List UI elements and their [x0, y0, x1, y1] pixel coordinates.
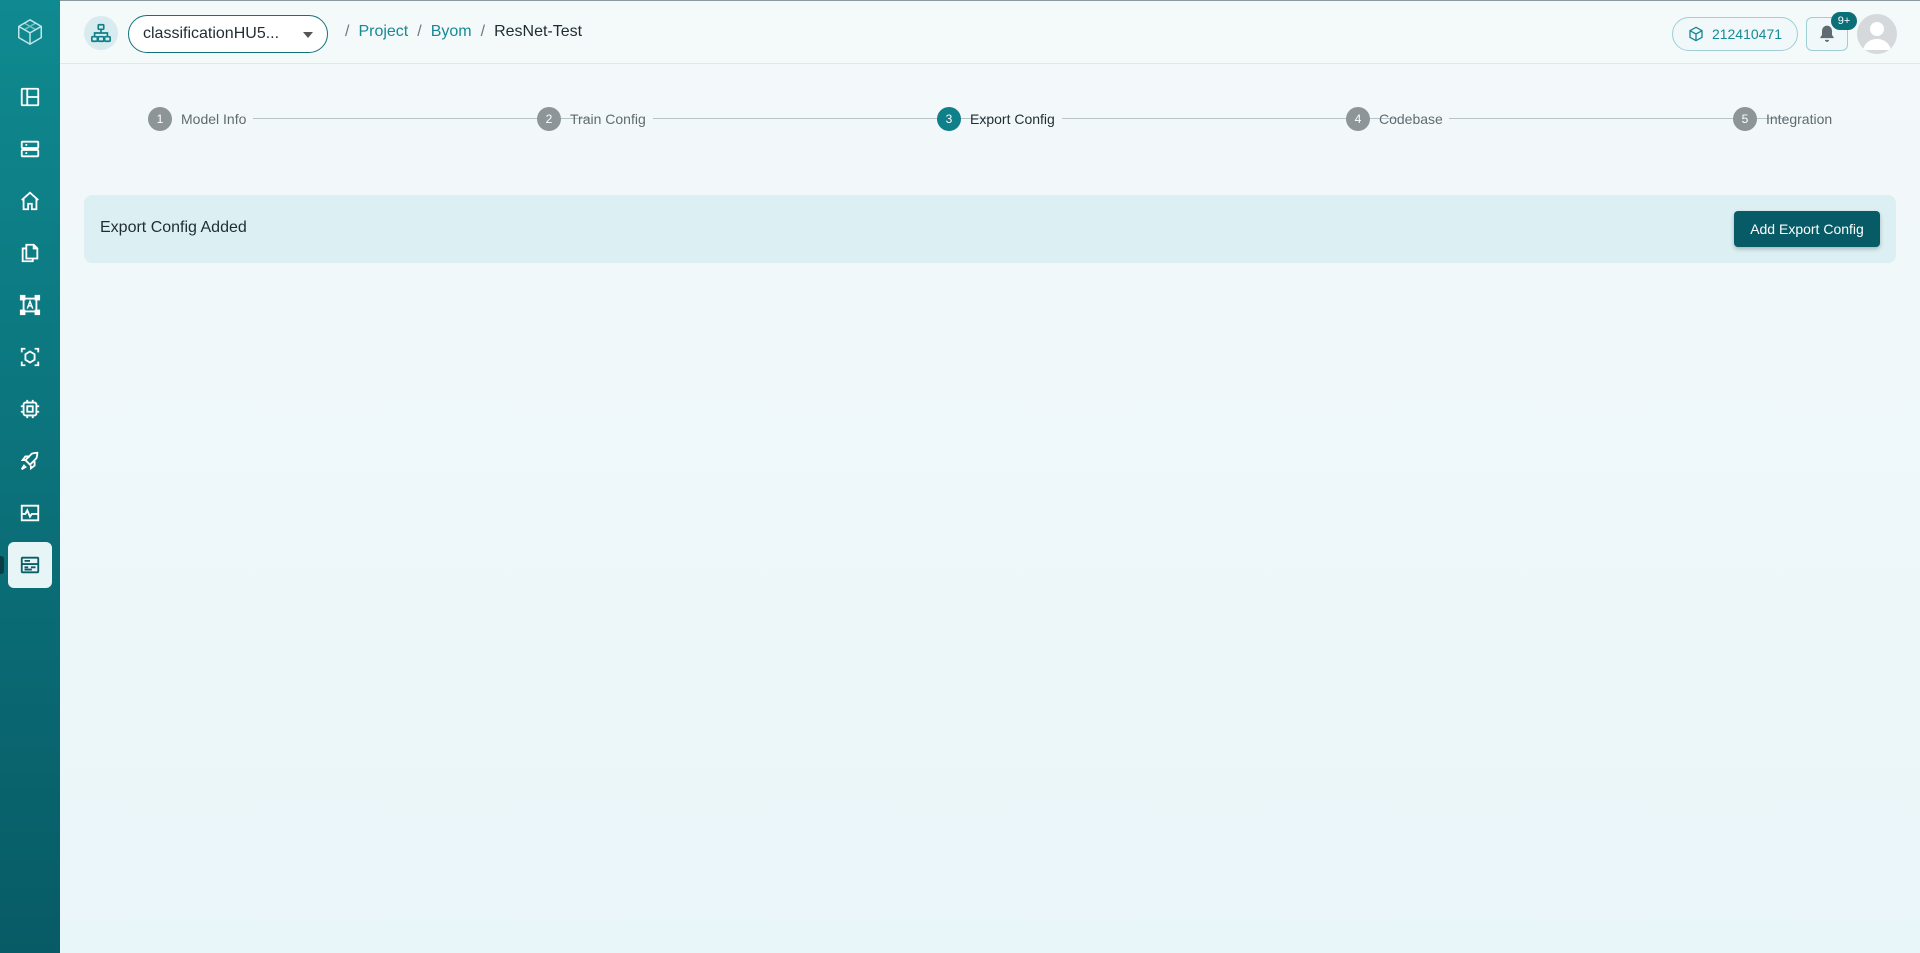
stepper: 1 Model Info 2 Train Config 3 Export Con… [60, 104, 1920, 134]
cube-logo-icon[interactable] [0, 10, 60, 54]
copy-icon [21, 243, 39, 263]
storage-icon [20, 140, 40, 158]
breadcrumb-separator: / [417, 23, 422, 40]
chevron-down-icon [303, 32, 313, 38]
step-export-config[interactable]: 3 Export Config [937, 107, 1055, 131]
byom-icon [20, 556, 40, 574]
step-number: 3 [937, 107, 961, 131]
breadcrumb-current: ResNet-Test [494, 23, 583, 40]
top-header: classificationHU5... / Project / Byom / … [60, 0, 1920, 64]
step-label: Model Info [181, 111, 247, 127]
avatar[interactable] [1857, 14, 1897, 54]
step-number: 5 [1733, 107, 1757, 131]
step-number: 1 [148, 107, 172, 131]
sidebar-item-deploy[interactable] [8, 438, 52, 484]
sidebar [0, 0, 60, 953]
credits-badge[interactable]: 212410471 [1672, 17, 1798, 51]
sidebar-item-annotate[interactable] [8, 282, 52, 328]
sidebar-item-compute[interactable] [8, 386, 52, 432]
sidebar-item-dashboard[interactable] [8, 74, 52, 120]
project-select[interactable]: classificationHU5... [128, 15, 328, 53]
sidebar-item-files[interactable] [8, 230, 52, 276]
step-label: Export Config [970, 111, 1055, 127]
sidebar-item-byom[interactable] [0, 542, 52, 588]
breadcrumb-project[interactable]: Project [358, 23, 408, 41]
credits-value: 212410471 [1711, 26, 1783, 42]
monitor-icon [20, 504, 40, 522]
project-hierarchy-icon[interactable] [84, 16, 118, 50]
user-icon [1863, 22, 1891, 50]
add-export-config-button[interactable]: Add Export Config [1734, 211, 1880, 247]
breadcrumb: / Project / Byom / ResNet-Test [336, 23, 582, 41]
rocket-icon [20, 451, 39, 471]
project-select-value: classificationHU5... [143, 25, 280, 42]
sidebar-item-home[interactable] [8, 178, 52, 224]
step-codebase[interactable]: 4 Codebase [1346, 107, 1443, 131]
breadcrumb-separator: / [480, 23, 486, 40]
cube-icon [1689, 26, 1703, 42]
notifications-button[interactable]: 9+ [1806, 12, 1857, 51]
step-number: 2 [537, 107, 561, 131]
annotate-icon [19, 294, 41, 316]
notifications-badge: 9+ [1831, 12, 1857, 30]
step-integration[interactable]: 5 Integration [1733, 107, 1832, 131]
dashboard-icon [20, 87, 40, 107]
export-config-title: Export Config Added [100, 219, 247, 236]
step-label: Codebase [1379, 111, 1443, 127]
sidebar-item-monitor[interactable] [8, 490, 52, 536]
sidebar-item-models[interactable] [8, 334, 52, 380]
breadcrumb-separator: / [345, 23, 350, 40]
breadcrumb-byom[interactable]: Byom [431, 23, 472, 41]
step-model-info[interactable]: 1 Model Info [148, 107, 246, 131]
export-config-panel: Export Config Added Add Export Config [84, 195, 1896, 263]
step-number: 4 [1346, 107, 1370, 131]
step-label: Train Config [570, 111, 646, 127]
chip-icon [20, 399, 40, 419]
sidebar-item-storage[interactable] [8, 126, 52, 172]
home-icon [21, 191, 39, 211]
step-label: Integration [1766, 111, 1833, 127]
model-icon [20, 347, 40, 367]
step-train-config[interactable]: 2 Train Config [537, 107, 646, 131]
